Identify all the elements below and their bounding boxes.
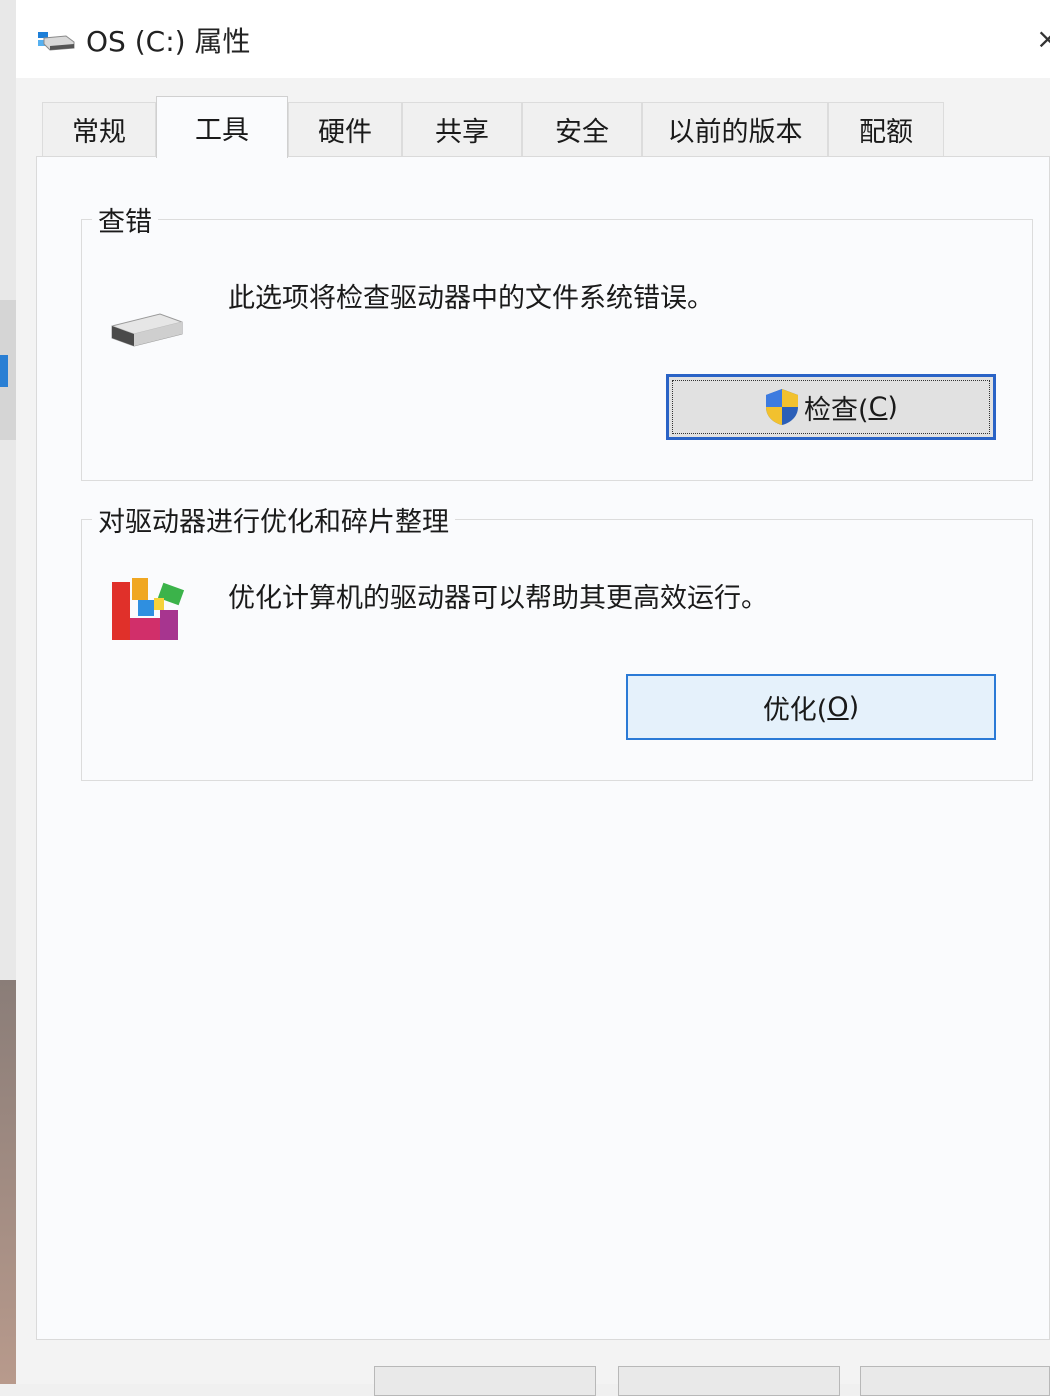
mnemonic-o: O xyxy=(827,691,849,723)
tab-quota[interactable]: 配额 xyxy=(828,102,944,156)
error-check-label: 查错 xyxy=(92,200,158,239)
tab-strip: 常规 工具 硬件 共享 安全 以前的版本 配额 xyxy=(42,96,1022,158)
drive-icon xyxy=(111,313,183,347)
check-button[interactable]: 检查(C) xyxy=(666,374,996,440)
error-check-description: 此选项将检查驱动器中的文件系统错误。 xyxy=(228,283,714,314)
close-button[interactable]: × xyxy=(1036,22,1050,52)
close-icon: × xyxy=(1036,22,1050,52)
drive-icon xyxy=(38,32,75,51)
apply-button[interactable] xyxy=(860,1366,1050,1396)
tab-previous-versions[interactable]: 以前的版本 xyxy=(642,102,828,156)
optimize-description: 优化计算机的驱动器可以帮助其更高效运行。 xyxy=(228,583,768,614)
optimize-group: 对驱动器进行优化和碎片整理 优化计算机的驱动器可以帮助其更高效运行。 优化(O) xyxy=(81,500,1033,781)
cancel-button[interactable] xyxy=(618,1366,840,1396)
tab-security[interactable]: 安全 xyxy=(522,102,642,156)
background-selection-edge xyxy=(0,355,8,387)
uac-shield-icon xyxy=(766,389,799,425)
mnemonic-c: C xyxy=(868,391,888,423)
defrag-icon xyxy=(112,578,185,640)
window-title: OS (C:) 属性 xyxy=(86,25,251,58)
background-wallpaper xyxy=(0,980,16,1384)
tab-hardware[interactable]: 硬件 xyxy=(288,102,402,156)
tools-tab-panel: 查错 此选项将检查驱动器中的文件系统错误。 检查(C) 对驱动器进行优化和碎片… xyxy=(36,156,1050,1340)
title-bar[interactable]: OS (C:) 属性 × xyxy=(16,0,1050,78)
properties-dialog: OS (C:) 属性 × 常规 工具 硬件 共享 安全 以前的版本 配额 查错 … xyxy=(16,0,1050,1396)
tab-general[interactable]: 常规 xyxy=(42,102,156,156)
optimize-label: 对驱动器进行优化和碎片整理 xyxy=(92,500,455,539)
tab-sharing[interactable]: 共享 xyxy=(402,102,522,156)
tab-tools[interactable]: 工具 xyxy=(156,96,288,158)
optimize-button[interactable]: 优化(O) xyxy=(626,674,996,740)
error-check-group: 查错 此选项将检查驱动器中的文件系统错误。 检查(C) xyxy=(81,200,1033,481)
desktop-background xyxy=(0,0,16,1384)
ok-button[interactable] xyxy=(374,1366,596,1396)
